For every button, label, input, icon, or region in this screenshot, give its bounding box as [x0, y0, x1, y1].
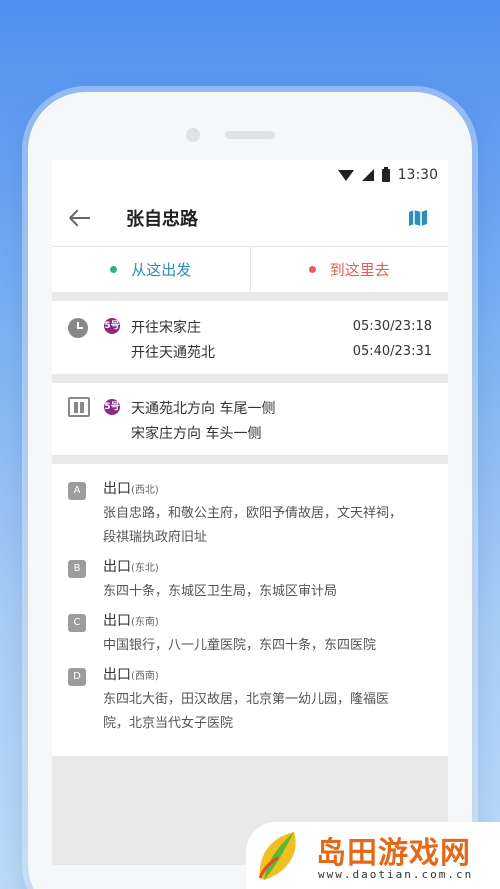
exit-description: 张自忠路，和敬公主府，欧阳予倩故居，文天祥祠，段祺瑞执政府旧址 — [103, 506, 403, 545]
top-bar: 张自忠路 — [52, 190, 448, 246]
boarding-position-card: 5号 天通苑北方向 车尾一侧 宋家庄方向 车头一侧 — [52, 383, 448, 455]
depart-from-here-button[interactable]: 从这出发 — [52, 247, 250, 292]
exit-label: 出口 — [103, 613, 131, 629]
timetable-direction-2: 开往天通苑北 — [131, 345, 215, 361]
signal-icon — [361, 169, 374, 181]
arrive-label: 到这里去 — [329, 261, 390, 279]
train-door-icon — [68, 397, 90, 417]
exit-letter-badge: D — [68, 668, 86, 686]
earpiece-speaker — [225, 131, 275, 139]
exits-card: A 出口(西北) 张自忠路，和敬公主府，欧阳予倩故居，文天祥祠，段祺瑞执政府旧址… — [52, 464, 448, 756]
app-screen: 13:30 张自忠路 从这出发 到这里去 5号 开往宋家庄 05:30/23:1… — [52, 160, 448, 865]
timetable-card: 5号 开往宋家庄 05:30/23:18 开往天通苑北 05:40/23:31 — [52, 301, 448, 374]
exit-direction: (东南) — [131, 617, 159, 628]
station-title: 张自忠路 — [126, 209, 198, 230]
clock-icon — [68, 318, 88, 338]
route-actions: 从这出发 到这里去 — [52, 246, 448, 292]
back-arrow-icon[interactable] — [68, 206, 92, 230]
exit-letter-badge: A — [68, 482, 86, 500]
exit-letter-badge: C — [68, 614, 86, 632]
exit-direction: (西南) — [131, 671, 159, 682]
exit-item: B 出口(东北) 东四十条，东城区卫生局，东城区审计局 — [68, 556, 432, 604]
watermark-url: www.daotian.com.cn — [318, 868, 474, 881]
arrive-dot-icon — [308, 266, 316, 273]
line-5-badge: 5号 — [104, 318, 120, 334]
go-here-button[interactable]: 到这里去 — [249, 247, 449, 292]
leaf-logo-icon — [258, 832, 296, 880]
timetable-time-1: 05:30/23:18 — [352, 319, 432, 334]
exit-description: 东四十条，东城区卫生局，东城区审计局 — [103, 584, 338, 599]
boarding-row-2: 宋家庄方向 车头一侧 — [131, 426, 262, 442]
exit-direction: (东北) — [131, 563, 159, 574]
status-time: 13:30 — [397, 167, 438, 183]
exit-label: 出口 — [103, 481, 131, 497]
exit-item: A 出口(西北) 张自忠路，和敬公主府，欧阳予倩故居，文天祥祠，段祺瑞执政府旧址 — [68, 478, 432, 550]
timetable-time-2: 05:40/23:31 — [352, 344, 432, 359]
map-icon[interactable] — [408, 208, 428, 228]
timetable-direction-1: 开往宋家庄 — [131, 320, 201, 336]
exit-label: 出口 — [103, 667, 131, 683]
depart-label: 从这出发 — [131, 261, 192, 279]
wifi-icon — [337, 169, 354, 181]
exit-letter-badge: B — [68, 560, 86, 578]
watermark-title: 岛田游戏网 — [316, 836, 471, 871]
exit-description: 东四北大街，田汉故居，北京第一幼儿园，隆福医院，北京当代女子医院 — [103, 692, 390, 731]
status-bar: 13:30 — [52, 160, 448, 190]
exit-label: 出口 — [103, 559, 131, 575]
boarding-row-1: 天通苑北方向 车尾一侧 — [131, 401, 276, 417]
front-camera — [186, 128, 200, 142]
exit-item: C 出口(东南) 中国银行，八一儿童医院，东四十条，东四医院 — [68, 610, 432, 658]
exit-description: 中国银行，八一儿童医院，东四十条，东四医院 — [103, 638, 377, 653]
site-watermark: 岛田游戏网 www.daotian.com.cn — [246, 822, 500, 889]
exit-direction: (西北) — [131, 485, 159, 496]
battery-icon — [381, 166, 390, 182]
exit-item: D 出口(西南) 东四北大街，田汉故居，北京第一幼儿园，隆福医院，北京当代女子医… — [68, 664, 432, 736]
line-5-badge: 5号 — [104, 399, 120, 415]
depart-dot-icon — [110, 266, 118, 273]
